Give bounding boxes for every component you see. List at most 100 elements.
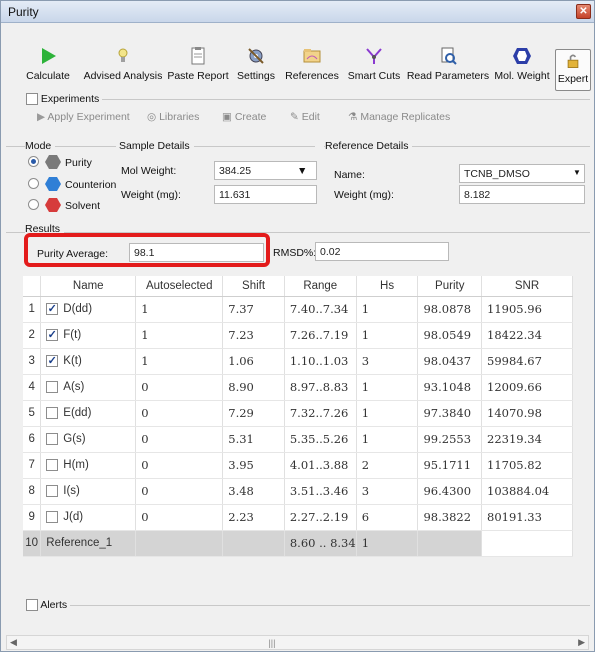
purity-window: Purity ✕ Calculate Advised Analysis Past… [0,0,595,652]
table-row[interactable]: 9 J(d) 0 2.23 2.27..2.19 6 98.3822 80191.33 [23,504,573,531]
row-hs: 6 [356,504,419,531]
col-name-header[interactable]: Name [40,276,137,297]
calculate-button[interactable]: Calculate [19,45,77,91]
row-index: 6 [23,426,42,453]
alerts-group-line [27,605,590,606]
row-hs: 1 [356,374,419,401]
row-index: 4 [23,374,42,401]
scroll-thumb[interactable]: ||| [268,638,275,648]
table-row[interactable]: 6 G(s) 0 5.31 5.35..5.26 1 99.2553 22319.34 [23,426,573,453]
apply-experiment-button[interactable]: ▶ Apply Experiment [37,111,130,123]
references-button[interactable]: References [284,45,340,91]
row-checkbox[interactable] [46,510,59,523]
reference-row[interactable]: 10 Reference_1 8.60 .. 8.34 1 [23,530,573,557]
row-purity: 98.0549 [417,322,483,349]
experiments-checkbox[interactable] [26,93,38,106]
col-hs-header[interactable]: Hs [356,276,419,297]
create-button[interactable]: ▣ Create [222,111,266,123]
pencil-icon: ✎ [290,111,299,123]
row-shift: 7.23 [222,322,285,349]
smart-cuts-button[interactable]: Smart Cuts [344,45,404,91]
row-name: K(t) [40,348,137,375]
mode-counterion-radio[interactable] [28,178,39,189]
reference-name: Reference_1 [40,530,137,557]
mol-weight-button[interactable]: Mol. Weight [493,45,551,91]
row-hs: 1 [356,296,419,323]
reference-snr [481,530,573,557]
manage-replicates-button[interactable]: ⚗ Manage Replicates [348,111,450,123]
row-hs: 3 [356,478,419,505]
row-name: D(dd) [40,296,137,323]
row-checkbox[interactable] [46,432,59,445]
row-checkbox[interactable] [46,380,59,393]
row-name: A(s) [40,374,137,401]
edit-button[interactable]: ✎ Edit [290,111,320,123]
expert-toggle[interactable]: Expert [555,49,591,91]
row-shift: 5.31 [222,426,285,453]
mode-solvent-radio[interactable] [28,199,39,210]
sample-details-label: Sample Details [119,140,194,152]
row-name: F(t) [40,322,137,349]
alerts-header: Alerts [26,599,71,612]
row-hs: 1 [356,322,419,349]
col-purity-header[interactable]: Purity [417,276,483,297]
reference-dropdown-arrow-icon[interactable]: ▼ [573,168,581,177]
row-purity: 99.2553 [417,426,483,453]
libraries-button[interactable]: ◎ Libraries [147,111,199,123]
row-name-text: E(dd) [63,407,92,420]
mol-weight-dropdown-arrow-icon[interactable]: ▼ [297,165,307,177]
row-index: 7 [23,452,42,479]
row-index: 3 [23,348,42,375]
table-row[interactable]: 1D(dd)17.377.40..7.34198.087811905.96 [23,296,573,323]
row-range: 7.40..7.34 [284,296,357,323]
scroll-left-icon[interactable]: ◀ [10,637,17,648]
alerts-checkbox[interactable] [26,599,38,612]
row-range: 3.51..3.46 [284,478,357,505]
table-row[interactable]: 3K(t)11.061.10..1.03398.043759984.67 [23,348,573,375]
horizontal-scrollbar[interactable]: ◀ ||| ▶ [6,635,589,650]
col-autoselected-header[interactable]: Autoselected [135,276,224,297]
row-checkbox[interactable] [46,328,59,341]
row-checkbox[interactable] [46,484,59,497]
table-row[interactable]: 7 H(m) 0 3.95 4.01..3.88 2 95.1711 11705.82 [23,452,573,479]
reference-weight-field[interactable]: 8.182 [459,185,585,204]
reference-range: 8.60 .. 8.34 [284,530,357,557]
advised-analysis-button[interactable]: Advised Analysis [82,45,164,91]
row-checkbox[interactable] [46,354,59,367]
mode-purity-radio[interactable] [28,156,39,167]
read-parameters-button[interactable]: Read Parameters [405,45,491,91]
row-checkbox[interactable] [46,302,59,315]
sample-weight-field[interactable]: 11.631 [214,185,317,204]
col-snr-header[interactable]: SNR [481,276,573,297]
col-shift-header[interactable]: Shift [222,276,285,297]
settings-button[interactable]: Settings [232,45,280,91]
rmsd-field[interactable]: 0.02 [315,242,449,261]
row-shift: 2.23 [222,504,285,531]
solvent-hex-icon [45,198,61,212]
mode-purity-label: Purity [65,157,92,169]
reference-name-select[interactable]: TCNB_DMSO [459,164,585,183]
col-range-header[interactable]: Range [284,276,357,297]
reference-auto [135,530,224,557]
scroll-right-icon[interactable]: ▶ [578,637,585,648]
row-index: 1 [23,296,42,323]
create-icon: ▣ [222,111,232,123]
apply-experiment-icon: ▶ [37,111,46,123]
mol-weight-label: Mol Weight: [121,165,177,177]
reference-hs: 1 [356,530,419,557]
row-autoselected: 0 [135,452,224,479]
table-row[interactable]: 8 I(s) 0 3.48 3.51..3.46 3 96.4300 103884.04 [23,478,573,505]
row-checkbox[interactable] [46,458,59,471]
libraries-icon: ◎ [147,111,157,123]
row-checkbox[interactable] [46,406,59,419]
paste-report-button[interactable]: Paste Report [167,45,229,91]
table-row[interactable]: 5 E(dd) 0 7.29 7.32..7.26 1 97.3840 14070.98 [23,400,573,427]
row-name: I(s) [40,478,137,505]
row-snr: 14070.98 [481,400,573,427]
close-button[interactable]: ✕ [576,4,591,19]
table-row[interactable]: 4 A(s) 0 8.90 8.97..8.83 1 93.1048 12009.66 [23,374,573,401]
reference-idx: 10 [23,530,42,557]
row-name-text: H(m) [63,459,89,472]
row-shift: 1.06 [222,348,285,375]
table-row[interactable]: 2F(t)17.237.26..7.19198.054918422.34 [23,322,573,349]
